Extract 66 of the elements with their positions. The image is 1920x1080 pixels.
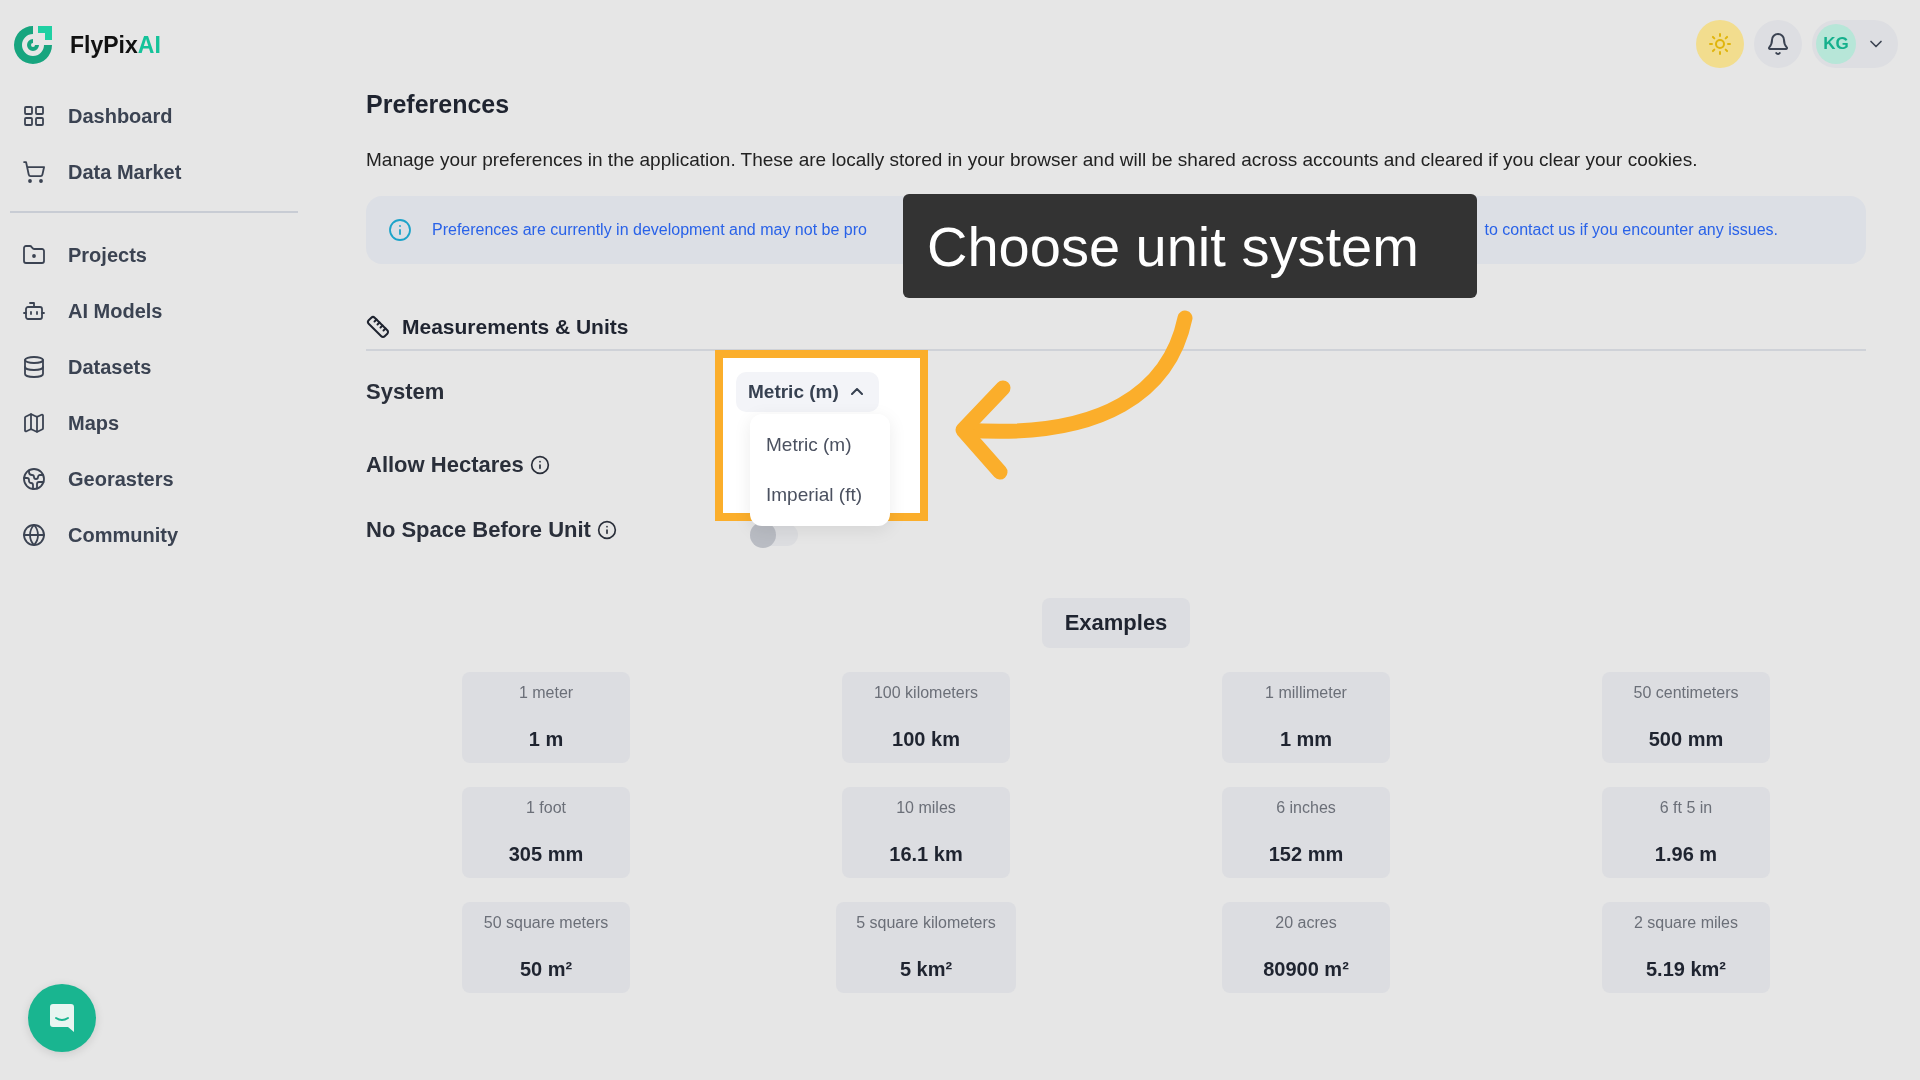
dropdown-option[interactable]: Metric (m)	[750, 419, 890, 470]
example-label: 6 ft 5 in	[1659, 799, 1713, 817]
example-label: 2 square miles	[1633, 914, 1738, 932]
sidebar-item[interactable]: AI Models	[10, 283, 298, 339]
earth-icon	[22, 467, 46, 491]
example-value: 305 mm	[508, 843, 584, 866]
example-value: 100 km	[892, 728, 960, 751]
info-icon	[529, 454, 550, 475]
sun-icon	[1708, 32, 1732, 56]
examples-heading: Examples	[1041, 598, 1191, 648]
robot-icon	[22, 299, 46, 323]
sidebar-item[interactable]: Data Market	[10, 144, 298, 200]
tooltip-text: Choose unit system	[927, 213, 1419, 279]
example-value: 16.1 km	[889, 843, 963, 866]
folder-icon	[22, 243, 46, 267]
dropdown-option[interactable]: Imperial (ft)	[750, 469, 890, 520]
database-icon	[22, 355, 46, 379]
globe-icon	[22, 523, 46, 547]
example-label: 50 centimeters	[1633, 684, 1739, 702]
example-label: 1 foot	[526, 799, 566, 817]
page-description: Manage your preferences in the application. These are locally stored in your browser and will be shared across accounts and cleared if you clear your cookies.	[366, 149, 1699, 171]
example-value: 1 mm	[1279, 728, 1333, 751]
example-value: 80900 m²	[1263, 958, 1349, 981]
example-value: 152 mm	[1268, 843, 1344, 866]
chat-button[interactable]	[28, 984, 96, 1052]
ruler-icon	[366, 315, 390, 339]
example-label: 5 square kilometers	[856, 914, 996, 932]
avatar: KG	[1816, 24, 1856, 64]
sidebar-item[interactable]: Georasters	[10, 451, 298, 507]
chevron-up-icon	[850, 388, 863, 395]
example-value: 5.19 km²	[1645, 958, 1727, 981]
sidebar-item[interactable]: Dashboard	[10, 88, 298, 144]
setting-label: System	[366, 378, 445, 405]
sidebar-item[interactable]: Maps	[10, 395, 298, 451]
example-value: 500 mm	[1648, 728, 1724, 751]
example-label: 1 meter	[518, 684, 574, 702]
bell-icon	[1766, 32, 1790, 56]
map-icon	[22, 411, 46, 435]
example-label: 50 square meters	[483, 914, 609, 932]
setting-label: Allow Hectares	[366, 451, 524, 478]
theme-button[interactable]	[1696, 20, 1744, 68]
section-title: Measurements & Units	[402, 315, 629, 339]
page-title: Preferences	[366, 90, 511, 119]
example-label: 10 miles	[896, 799, 956, 817]
cart-icon	[22, 160, 46, 184]
info-icon	[388, 218, 412, 242]
sidebar-item[interactable]: Projects	[10, 227, 298, 283]
example-label: 20 acres	[1275, 914, 1337, 932]
example-label: 6 inches	[1276, 799, 1336, 817]
sidebar-item[interactable]: Datasets	[10, 339, 298, 395]
notifications-button[interactable]	[1754, 20, 1802, 68]
example-label: 1 millimeter	[1265, 684, 1347, 702]
example-value: 1 m	[528, 728, 564, 751]
info-icon	[596, 519, 617, 540]
unit-select[interactable]: Metric (m)	[736, 371, 879, 412]
notice-text: to contact us if you encounter any issues.	[1484, 221, 1778, 239]
setting-label: No Space Before Unit	[366, 516, 591, 543]
example-value: 50 m²	[519, 958, 573, 981]
example-label: 100 kilometers	[873, 684, 978, 702]
example-value: 1.96 m	[1654, 843, 1718, 866]
sidebar-item[interactable]: Community	[10, 507, 298, 563]
example-value: 5 km²	[899, 958, 953, 981]
chat-icon	[48, 1003, 76, 1033]
dashboard-icon	[22, 104, 46, 128]
notice-text: Preferences are currently in development and may not be pro	[432, 221, 867, 239]
brand-name: FlyPixAI	[70, 31, 161, 59]
